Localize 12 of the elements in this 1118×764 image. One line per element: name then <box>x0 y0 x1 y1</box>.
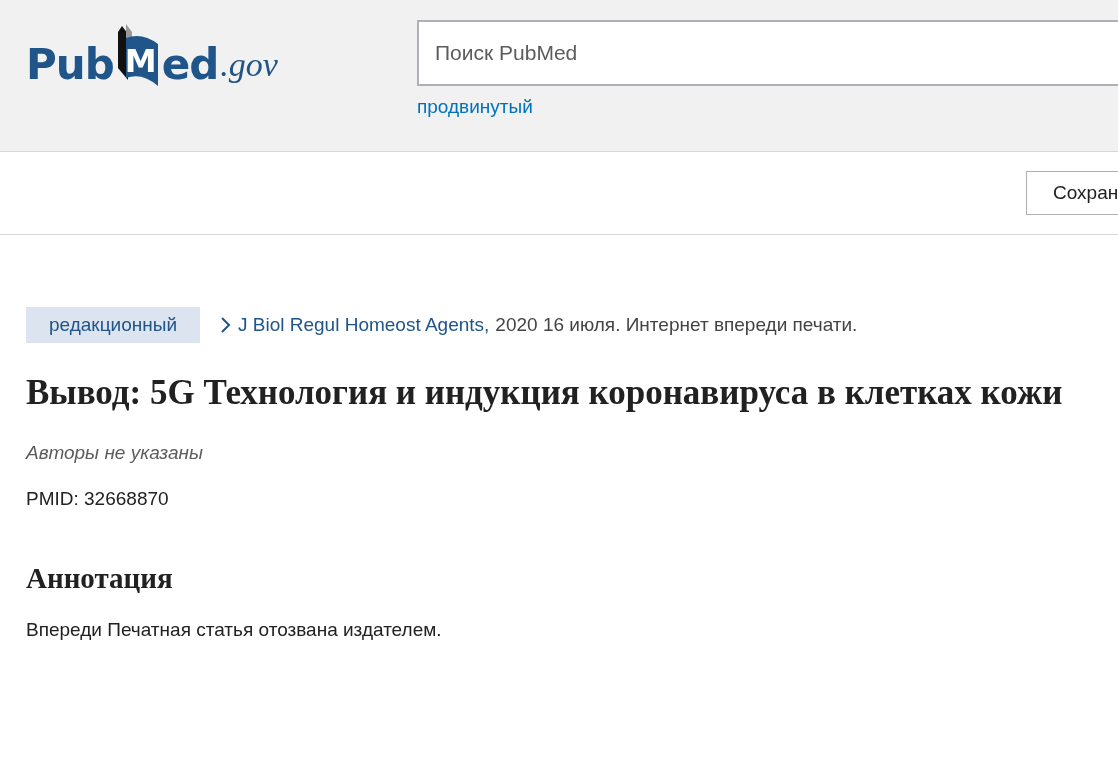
journal-link[interactable]: J Biol Regul Homeost Agents, <box>238 314 490 336</box>
abstract-heading: Аннотация <box>26 562 174 596</box>
authors-text: Авторы не указаны <box>26 442 204 465</box>
publication-info: 2020 16 июля. Интернет впереди печати. <box>495 314 858 336</box>
advanced-search-link[interactable]: продвинутый <box>417 96 533 118</box>
search-field[interactable]: Поиск PubMed <box>417 20 1118 86</box>
chevron-icon[interactable] <box>220 317 232 333</box>
article-title: Вывод: 5G Технология и индукция коронавируса в клетках кожи <box>26 372 1064 414</box>
pmid-text: PMID: 32668870 <box>26 488 170 511</box>
article-type-badge: редакционный <box>26 307 200 343</box>
save-button[interactable]: Сохран <box>1026 171 1118 215</box>
abstract-text: Впереди Печатная статья отозвана издателем. <box>26 619 443 642</box>
